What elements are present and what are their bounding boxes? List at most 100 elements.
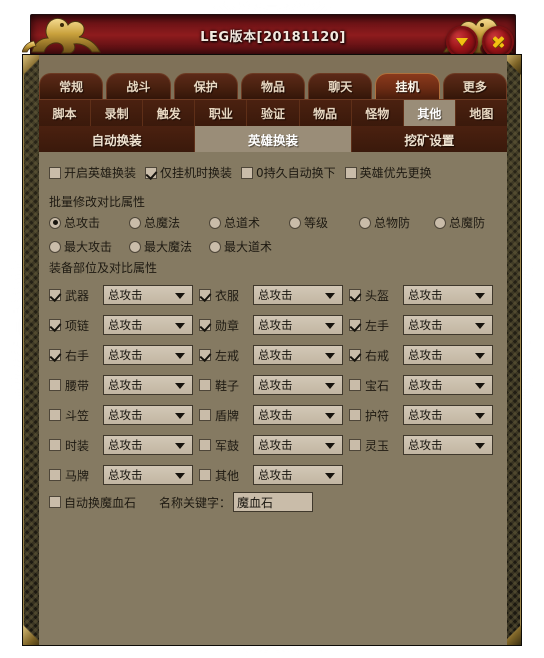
batch-radio-r1-radio-4[interactable] bbox=[359, 216, 371, 229]
secondary-tab-4[interactable]: 验证 bbox=[247, 100, 300, 127]
equipment-checkbox-斗笠[interactable] bbox=[49, 409, 61, 421]
batch-radio-r2-radio-2[interactable] bbox=[209, 240, 221, 253]
equipment-cell-3-1: 鞋子 总攻击 bbox=[199, 375, 349, 395]
equipment-attr-select-左手[interactable]: 总攻击 bbox=[403, 315, 493, 335]
equipment-checkbox-武器[interactable] bbox=[49, 289, 61, 301]
batch-radio-r2-radio-0[interactable] bbox=[49, 240, 61, 253]
triangle-down-icon bbox=[456, 38, 468, 46]
batch-radio-r2-radio-1[interactable] bbox=[129, 240, 141, 253]
equipment-checkbox-马牌[interactable] bbox=[49, 469, 61, 481]
secondary-tab-7[interactable]: 其他 bbox=[403, 100, 456, 127]
primary-tab-5[interactable]: 挂机 bbox=[375, 73, 440, 99]
equipment-attr-value: 总攻击 bbox=[108, 288, 143, 302]
option-checkbox-item-1[interactable]: 仅挂机时换装 bbox=[145, 164, 232, 181]
equipment-attr-select-衣服[interactable]: 总攻击 bbox=[253, 285, 343, 305]
auto-swap-checkbox[interactable] bbox=[49, 496, 61, 508]
equipment-attr-select-其他[interactable]: 总攻击 bbox=[253, 465, 343, 485]
primary-tab-label: 常规 bbox=[59, 80, 84, 94]
batch-radio-r1-radio-3[interactable] bbox=[289, 216, 301, 229]
equipment-attr-select-盾牌[interactable]: 总攻击 bbox=[253, 405, 343, 425]
option-checkbox-3[interactable] bbox=[344, 166, 357, 179]
equipment-checkbox-右手[interactable] bbox=[49, 349, 61, 361]
batch-radio-r1-item-4[interactable]: 总物防 bbox=[359, 214, 434, 231]
option-checkbox-1[interactable] bbox=[145, 166, 158, 179]
batch-radio-r2-item-0[interactable]: 最大攻击 bbox=[49, 238, 129, 255]
secondary-tab-0[interactable]: 脚本 bbox=[39, 100, 92, 127]
secondary-tab-3[interactable]: 职业 bbox=[195, 100, 248, 127]
secondary-tab-5[interactable]: 物品 bbox=[299, 100, 352, 127]
equipment-checkbox-项链[interactable] bbox=[49, 319, 61, 331]
equipment-attr-select-勋章[interactable]: 总攻击 bbox=[253, 315, 343, 335]
secondary-tab-8[interactable]: 地图 bbox=[455, 100, 507, 127]
primary-tab-6[interactable]: 更多 bbox=[442, 73, 507, 99]
equipment-checkbox-勋章[interactable] bbox=[199, 319, 211, 331]
equipment-checkbox-盾牌[interactable] bbox=[199, 409, 211, 421]
equipment-checkbox-腰带[interactable] bbox=[49, 379, 61, 391]
batch-radio-r2-item-2[interactable]: 最大道术 bbox=[209, 238, 289, 255]
primary-tab-1[interactable]: 战斗 bbox=[106, 73, 171, 99]
equipment-attr-select-头盔[interactable]: 总攻击 bbox=[403, 285, 493, 305]
option-checkbox-item-0[interactable]: 开启英雄换装 bbox=[49, 164, 136, 181]
equipment-checkbox-宝石[interactable] bbox=[349, 379, 361, 391]
equipment-attr-select-左戒[interactable]: 总攻击 bbox=[253, 345, 343, 365]
equipment-attr-select-右戒[interactable]: 总攻击 bbox=[403, 345, 493, 365]
equipment-attr-select-项链[interactable]: 总攻击 bbox=[103, 315, 193, 335]
equipment-attr-select-鞋子[interactable]: 总攻击 bbox=[253, 375, 343, 395]
tertiary-tab-1[interactable]: 英雄换装 bbox=[195, 126, 352, 152]
equipment-checkbox-其他[interactable] bbox=[199, 469, 211, 481]
equipment-attr-select-时装[interactable]: 总攻击 bbox=[103, 435, 193, 455]
primary-tab-2[interactable]: 保护 bbox=[173, 73, 238, 99]
equipment-attr-select-右手[interactable]: 总攻击 bbox=[103, 345, 193, 365]
primary-tab-4[interactable]: 聊天 bbox=[308, 73, 373, 99]
secondary-tab-1[interactable]: 录制 bbox=[91, 100, 144, 127]
primary-tab-label: 挂机 bbox=[395, 80, 420, 94]
equipment-cell-2-2: 右戒 总攻击 bbox=[349, 345, 499, 365]
primary-tab-3[interactable]: 物品 bbox=[240, 73, 306, 99]
equipment-attr-select-护符[interactable]: 总攻击 bbox=[403, 405, 493, 425]
equipment-attr-select-马牌[interactable]: 总攻击 bbox=[103, 465, 193, 485]
batch-radio-r1-radio-0[interactable] bbox=[49, 216, 61, 229]
equipment-checkbox-军鼓[interactable] bbox=[199, 439, 211, 451]
equipment-checkbox-衣服[interactable] bbox=[199, 289, 211, 301]
option-checkbox-0[interactable] bbox=[49, 166, 61, 179]
equipment-checkbox-左戒[interactable] bbox=[199, 349, 211, 361]
batch-radio-r1-item-3[interactable]: 等级 bbox=[289, 214, 359, 231]
equipment-attr-select-宝石[interactable]: 总攻击 bbox=[403, 375, 493, 395]
auto-swap-checkbox-item[interactable]: 自动换魔血石 bbox=[49, 494, 136, 511]
batch-radio-r1-item-5[interactable]: 总魔防 bbox=[434, 214, 504, 231]
equipment-attr-select-灵玉[interactable]: 总攻击 bbox=[403, 435, 493, 455]
keyword-input[interactable]: 魔血石 bbox=[233, 492, 314, 512]
batch-radio-r1-radio-5[interactable] bbox=[434, 216, 446, 229]
tertiary-tab-0[interactable]: 自动换装 bbox=[39, 126, 196, 152]
option-checkbox-2[interactable] bbox=[241, 166, 254, 179]
batch-radio-r1-radio-2[interactable] bbox=[209, 216, 221, 229]
batch-radio-r1-label: 总魔法 bbox=[144, 216, 181, 230]
equipment-attr-select-斗笠[interactable]: 总攻击 bbox=[103, 405, 193, 425]
batch-radio-r1-item-0[interactable]: 总攻击 bbox=[49, 214, 129, 231]
batch-radio-r1-item-2[interactable]: 总道术 bbox=[209, 214, 289, 231]
equipment-attr-select-武器[interactable]: 总攻击 bbox=[103, 285, 193, 305]
equipment-checkbox-时装[interactable] bbox=[49, 439, 61, 451]
equipment-attr-select-军鼓[interactable]: 总攻击 bbox=[253, 435, 343, 455]
primary-tab-0[interactable]: 常规 bbox=[39, 73, 104, 99]
equipment-checkbox-灵玉[interactable] bbox=[349, 439, 361, 451]
option-checkbox-label: 仅挂机时换装 bbox=[160, 166, 233, 180]
equipment-checkbox-鞋子[interactable] bbox=[199, 379, 211, 391]
batch-radio-r1-label: 总道术 bbox=[224, 216, 261, 230]
option-checkbox-item-3[interactable]: 英雄优先更换 bbox=[344, 164, 432, 181]
equipment-checkbox-护符[interactable] bbox=[349, 409, 361, 421]
batch-radio-r2-item-1[interactable]: 最大魔法 bbox=[129, 238, 209, 255]
equipment-checkbox-头盔[interactable] bbox=[349, 289, 361, 301]
batch-radio-r1-item-1[interactable]: 总魔法 bbox=[129, 214, 209, 231]
secondary-tab-2[interactable]: 触发 bbox=[143, 100, 196, 127]
secondary-tab-label: 验证 bbox=[260, 107, 285, 121]
equipment-attr-value: 总攻击 bbox=[258, 408, 293, 422]
batch-radio-r1-radio-1[interactable] bbox=[129, 216, 141, 229]
equipment-attr-select-腰带[interactable]: 总攻击 bbox=[103, 375, 193, 395]
secondary-tab-6[interactable]: 怪物 bbox=[351, 100, 404, 127]
equipment-checkbox-右戒[interactable] bbox=[349, 349, 361, 361]
equipment-attr-value: 总攻击 bbox=[408, 378, 443, 392]
equipment-checkbox-左手[interactable] bbox=[349, 319, 361, 331]
option-checkbox-item-2[interactable]: 0持久自动换下 bbox=[241, 164, 336, 181]
tertiary-tab-2[interactable]: 挖矿设置 bbox=[351, 126, 507, 152]
